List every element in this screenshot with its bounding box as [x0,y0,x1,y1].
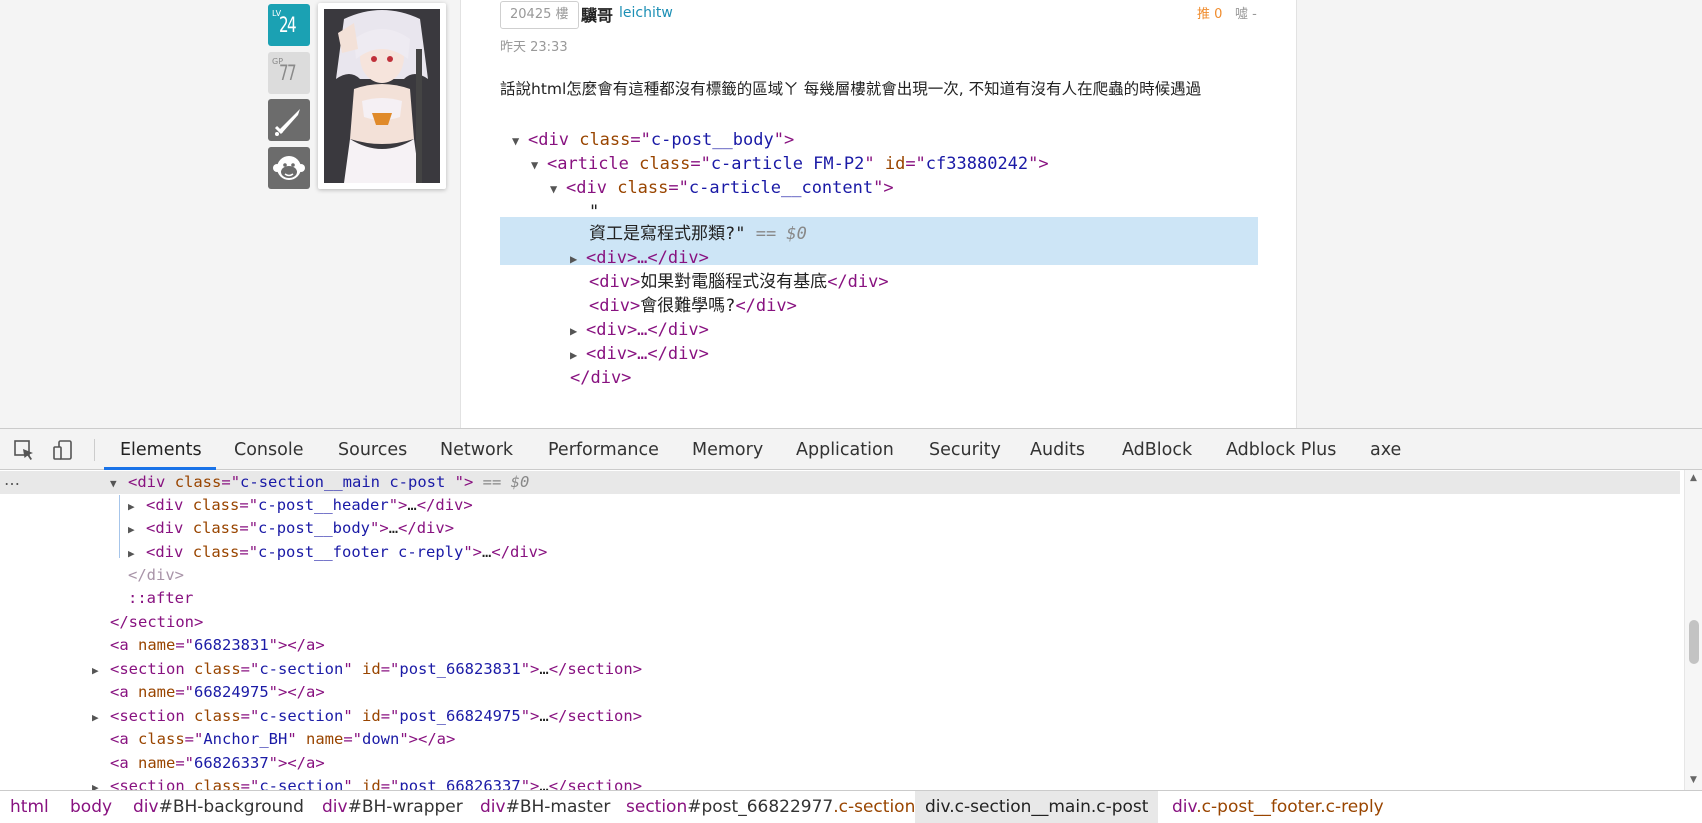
vote-up-button[interactable]: 推 0 [1197,3,1222,22]
breadcrumb-bh-background[interactable]: div#BH-background [133,791,304,823]
dom-node-post-body[interactable]: ▶ <div class="c-post__body">…</div> [128,517,454,540]
more-actions-icon[interactable]: … [4,471,26,494]
dom-anchor-down[interactable]: <a class="Anchor_BH" name="down"></a> [110,728,455,751]
dom-section-66823831[interactable]: ▶ <section class="c-section" id="post_668… [92,658,642,681]
embed-line-textnode: 資工是寫程式那類?" == $0 [589,224,807,244]
tab-axe[interactable]: axe [1370,429,1401,470]
breadcrumb-current[interactable]: div.c-section__main.c-post [915,791,1159,823]
level-badge[interactable]: LV 24 [268,4,310,46]
floor-number[interactable]: 20425 樓 [500,1,579,29]
embedded-devtools-screenshot: ▼ <div class="c-post__body"> ▼ <article cl… [500,118,1258,428]
breadcrumb-bh-master[interactable]: div#BH-master [480,791,610,823]
dom-section-66824975[interactable]: ▶ <section class="c-section" id="post_668… [92,705,642,728]
scroll-up-icon[interactable]: ▲ [1690,473,1697,483]
embed-line-body: ▼ <div class="c-post__body"> [512,130,795,150]
embed-line-content: ▼ <div class="c-article__content"> [550,178,894,198]
dom-close-section: </section> [110,613,204,631]
dom-anchor-66824975[interactable]: <a name="66824975"></a> [110,681,325,704]
dom-anchor-66826337[interactable]: <a name="66826337"></a> [110,752,325,775]
embed-line-div3: <div>會很難學嗎?</div> [589,296,797,316]
scroll-down-icon[interactable]: ▼ [1690,775,1697,785]
post-card: 20425 樓 驥哥 leichitw 推 0 噓 - 昨天 23:33 話說h… [460,0,1297,428]
dom-after-pseudo[interactable]: ::after [128,587,193,610]
embed-line-quote: " [589,202,600,222]
tab-performance[interactable]: Performance [548,429,659,470]
tab-elements[interactable]: Elements [120,429,202,470]
post-time: 昨天 23:33 [500,40,568,55]
dom-scrollbar[interactable]: ▲ ▼ [1684,470,1702,790]
dom-anchor-66823831[interactable]: <a name="66823831"></a> [110,634,325,657]
vote-down-button[interactable]: 噓 - [1235,3,1257,22]
gp-value: 77 [279,61,297,85]
author-name[interactable]: 驥哥 [581,2,613,26]
breadcrumb-body[interactable]: body [70,791,112,823]
tab-sources[interactable]: Sources [338,429,407,470]
embed-line-article: ▼ <article class="c-article FM-P2" id="cf… [531,154,1049,174]
tab-application[interactable]: Application [796,429,894,470]
scroll-thumb[interactable] [1689,620,1699,664]
tab-adblock[interactable]: AdBlock [1122,429,1192,470]
elements-dom-tree[interactable]: … ▼ <div class="c-section__main c-post ">… [0,470,1702,790]
breadcrumb-html[interactable]: html [10,791,49,823]
avatar[interactable] [318,3,446,189]
embed-line-div2: <div>如果對電腦程式沒有基底</div> [589,272,889,292]
embed-line-div1: ▶ <div>…</div> [570,248,709,268]
tab-security[interactable]: Security [929,429,1001,470]
breadcrumb-bh-wrapper[interactable]: div#BH-wrapper [322,791,463,823]
tab-network[interactable]: Network [440,429,513,470]
avatar-image [324,9,440,183]
dom-node-selected[interactable]: ▼ <div class="c-section__main c-post "> =… [110,471,529,494]
dom-close-div: </div> [128,566,184,584]
embed-line-div5: ▶ <div>…</div> [570,344,709,364]
dom-node-post-footer[interactable]: ▶ <div class="c-post__footer c-reply">…</… [128,541,547,564]
indent-guide [119,495,120,558]
tab-console[interactable]: Console [234,429,303,470]
embed-line-div4: ▶ <div>…</div> [570,320,709,340]
breadcrumb-post-footer[interactable]: div.c-post__footer.c-reply [1172,791,1384,823]
device-toolbar-icon[interactable] [52,439,74,461]
embed-line-close: </div> [570,368,632,388]
post-content: 話說html怎麼會有這種都沒有標籤的區域ㄚ 每幾層樓就會出現一次, 不知道有沒有… [500,80,1202,98]
breadcrumb-section[interactable]: section#post_66822977.c-section [626,791,915,823]
web-page: LV 24 GP 77 20425 樓 驥哥 leichitw 推 0 噓 - … [0,0,1702,428]
toolbar-separator [94,439,95,461]
monkey-icon[interactable] [268,147,310,189]
tab-adblock-plus[interactable]: Adblock Plus [1226,429,1336,470]
tab-audits[interactable]: Audits [1030,429,1085,470]
level-value: 24 [279,13,297,37]
sword-icon[interactable] [268,99,310,141]
dom-node-post-header[interactable]: ▶ <div class="c-post__header">…</div> [128,494,473,517]
author-id-link[interactable]: leichitw [619,5,673,21]
dom-breadcrumb: html body div#BH-background div#BH-wrapp… [0,790,1702,823]
tab-memory[interactable]: Memory [692,429,763,470]
dom-section-66826337[interactable]: ▶ <section class="c-section" id="post_668… [92,775,642,790]
inspect-element-icon[interactable] [13,439,35,461]
devtools-toolbar: Elements Console Sources Network Perform… [0,428,1702,470]
gp-badge[interactable]: GP 77 [268,52,310,94]
